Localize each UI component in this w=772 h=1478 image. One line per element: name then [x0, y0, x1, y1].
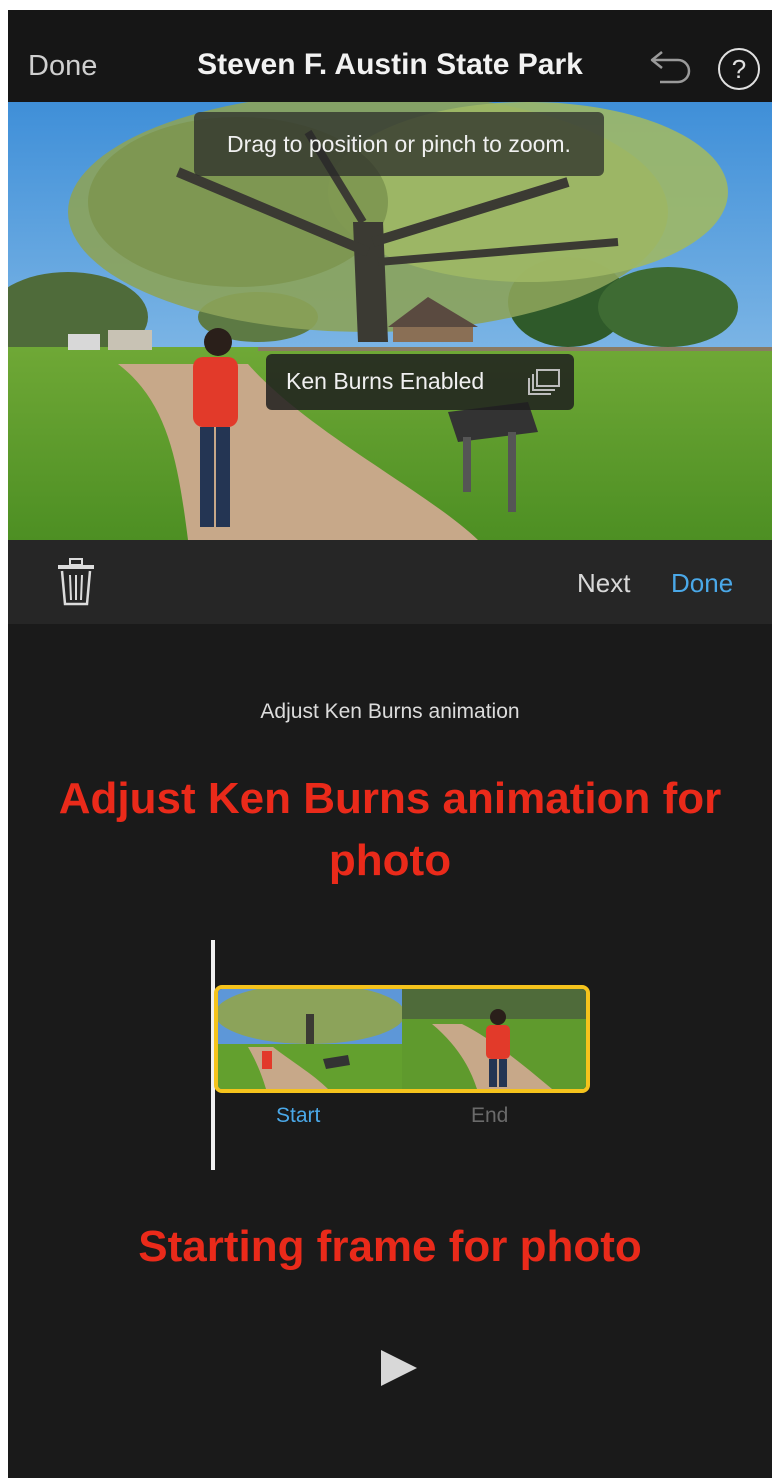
ken-burns-badge[interactable]: Ken Burns Enabled [266, 354, 574, 410]
nav-bar: Done Steven F. Austin State Park ? [8, 10, 772, 102]
ken-burns-label: Ken Burns Enabled [286, 368, 485, 394]
done-button[interactable]: Done [671, 568, 733, 599]
gesture-hint: Drag to position or pinch to zoom. [194, 112, 604, 176]
start-frame-thumbnail[interactable] [218, 989, 402, 1089]
help-icon[interactable]: ? [718, 48, 760, 90]
end-label[interactable]: End [471, 1104, 508, 1128]
annotation-bottom: Starting frame for photo [138, 1222, 642, 1271]
play-icon[interactable] [379, 1348, 419, 1388]
undo-icon[interactable] [648, 44, 694, 84]
ken-burns-frame-strip[interactable] [214, 985, 590, 1093]
photo-viewer[interactable]: Drag to position or pinch to zoom. Ken B… [8, 102, 772, 540]
photo-stack-icon [528, 369, 560, 395]
ken-burns-panel-label: Adjust Ken Burns animation [260, 700, 520, 723]
phone-screen: Done Steven F. Austin State Park ? Drag … [8, 10, 772, 1478]
end-frame-thumbnail[interactable] [402, 989, 586, 1089]
edit-toolbar: Next Done [8, 540, 772, 624]
annotation-top: Adjust Ken Burns animation for photo [58, 774, 722, 885]
start-label[interactable]: Start [276, 1104, 320, 1128]
trash-icon[interactable] [56, 558, 96, 606]
next-button[interactable]: Next [577, 568, 630, 599]
